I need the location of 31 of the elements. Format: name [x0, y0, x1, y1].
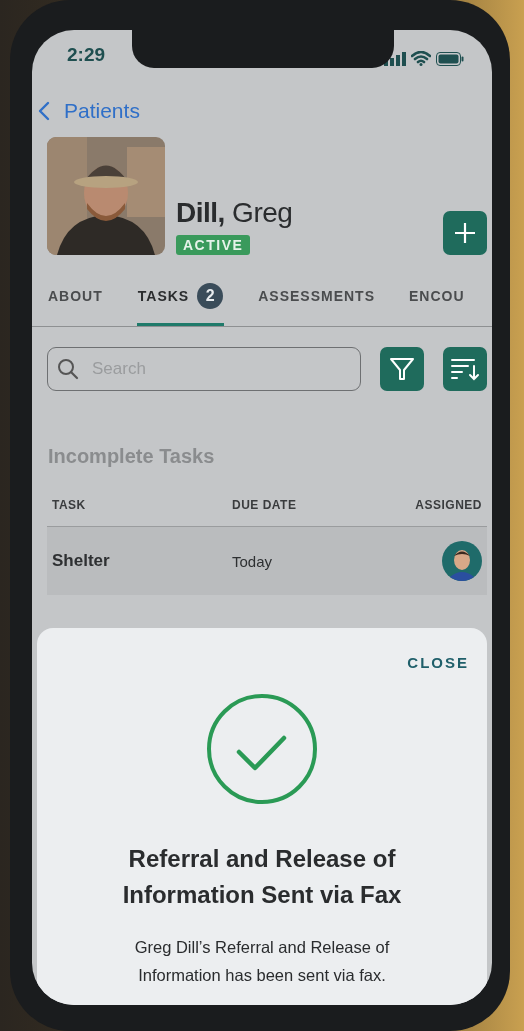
battery-icon	[436, 51, 464, 66]
checkmark-icon	[206, 693, 318, 805]
close-button[interactable]: CLOSE	[407, 654, 469, 671]
task-row[interactable]: Shelter Today	[47, 527, 487, 595]
back-link[interactable]: Patients	[38, 99, 140, 123]
tab[interactable]: ABOUT	[48, 279, 103, 326]
add-button[interactable]	[443, 211, 487, 255]
due-date: Today	[232, 552, 274, 570]
tab[interactable]: TASKS 2	[136, 279, 225, 326]
status-badge: ACTIVE	[176, 235, 251, 255]
filter-button[interactable]	[380, 347, 424, 391]
tab[interactable]: ASSESSMENTS	[258, 279, 375, 326]
tab[interactable]: ENCOU	[409, 279, 465, 326]
column-header: TASK	[52, 498, 87, 512]
plus-icon	[454, 222, 476, 244]
task-name: Shelter	[52, 551, 111, 571]
column-header: DUE DATE	[232, 498, 298, 512]
wifi-icon	[411, 51, 431, 66]
modal-title: Referral and Release of Information Sent via Fax	[121, 844, 403, 910]
chevron-left-icon	[38, 101, 50, 121]
status-time: 2:29	[67, 44, 106, 66]
sort-button[interactable]	[443, 347, 487, 391]
patient-name: Dill, Greg	[176, 197, 293, 229]
sort-icon	[450, 356, 480, 382]
section-title: Incomplete Tasks	[48, 445, 216, 468]
column-header: ASSIGNED	[415, 498, 482, 512]
search-icon	[57, 358, 79, 380]
count-badge: 2	[197, 283, 224, 309]
signal-icon	[384, 51, 406, 66]
filter-icon	[389, 356, 415, 382]
modal-message: Greg Dill’s Referral and Release of Information has been sent via fax.	[133, 937, 391, 986]
